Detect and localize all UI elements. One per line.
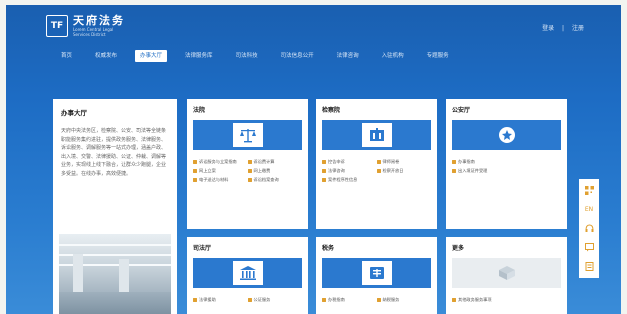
nav-item-judicial-tech[interactable]: 司法科技 (231, 50, 263, 62)
card-banner[interactable] (193, 258, 302, 288)
card-links: 诉讼服务与立案指南 诉讼费计算 网上立案 网上缴费 电子送达与材料 诉讼档案查询 (193, 157, 302, 184)
card-link[interactable]: 办事指南 (452, 157, 561, 166)
register-link[interactable]: 注册 (572, 25, 584, 32)
login-link[interactable]: 登录 (542, 25, 554, 32)
main-nav: 首页 权威发布 办事大厅 法律服务库 司法科技 司法信息公开 法律咨询 入驻机构… (56, 50, 467, 62)
top-bar: TF 天府法务 Lorem Central Legal Services Dis… (6, 5, 621, 73)
scales-icon (232, 123, 263, 147)
headset-icon[interactable] (581, 219, 597, 238)
link-bullet-icon (193, 297, 197, 302)
card-banner[interactable] (322, 120, 431, 150)
card-link[interactable]: 法律援助 (193, 295, 248, 304)
card-procuratorate: 检察院 控告申诉 律师阅卷 法律咨询 检察开放日 案件程序性信息 (316, 99, 437, 229)
link-bullet-icon (452, 168, 456, 173)
nav-item-legal-library[interactable]: 法律服务库 (180, 50, 218, 62)
card-link[interactable]: 检察开放日 (376, 166, 432, 175)
link-bullet-icon (322, 177, 326, 182)
logo-subtitle-2: Services District (73, 32, 106, 37)
nav-item-special[interactable]: 专题服务 (422, 50, 454, 62)
card-link[interactable]: 公证服务 (247, 295, 303, 304)
card-title: 公安厅 (452, 107, 471, 114)
card-link[interactable]: 网上缴费 (247, 166, 303, 175)
card-links: 办事指南 出入境证件受理 (452, 157, 561, 175)
intro-text: 天府中央法务区，检察院、公安、司法等全链条职能服务集约进驻，提供政务服务、法律服… (61, 128, 167, 177)
link-bullet-icon (322, 159, 326, 164)
box-icon (492, 261, 522, 285)
card-title: 检察院 (322, 107, 341, 114)
police-badge-icon (492, 123, 522, 147)
feedback-icon[interactable] (581, 238, 597, 257)
link-bullet-icon (247, 177, 252, 182)
link-bullet-icon (193, 159, 197, 164)
card-link[interactable]: 法律咨询 (322, 166, 377, 175)
card-title: 法院 (193, 107, 206, 114)
side-toolbar: EN (579, 179, 599, 278)
link-bullet-icon (322, 168, 326, 173)
auth-links: 登录 | 注册 (539, 23, 587, 32)
logo[interactable]: TF 天府法务 Lorem Central Legal Services Dis… (46, 15, 125, 37)
english-icon[interactable]: EN (581, 200, 597, 219)
card-link[interactable]: 网上立案 (193, 166, 248, 175)
card-justice: 司法厅 法律援助 公证服务 (187, 237, 308, 314)
logo-text: 天府法务 Lorem Central Legal Services Distri… (73, 14, 125, 38)
card-links: 控告申诉 律师阅卷 法律咨询 检察开放日 案件程序性信息 (322, 157, 431, 184)
card-title: 司法厅 (193, 245, 212, 252)
tax-icon (361, 261, 392, 285)
nav-item-releases[interactable]: 权威发布 (90, 50, 122, 62)
card-title: 更多 (452, 245, 465, 252)
qrcode-icon[interactable] (581, 181, 597, 200)
card-link[interactable]: 办税指南 (322, 295, 377, 304)
card-link[interactable]: 出入境证件受理 (452, 166, 561, 175)
link-bullet-icon (322, 297, 326, 302)
link-bullet-icon (452, 297, 456, 302)
nav-item-institutions[interactable]: 入驻机构 (377, 50, 409, 62)
card-banner[interactable] (452, 258, 561, 288)
card-links: 其他政务服务事项 (452, 295, 561, 304)
nav-item-service-hall[interactable]: 办事大厅 (135, 50, 168, 62)
link-bullet-icon (193, 177, 197, 182)
card-tax: 税务 办税指南 纳税服务 (316, 237, 437, 314)
card-link[interactable]: 控告申诉 (322, 157, 377, 166)
card-links: 办税指南 纳税服务 (322, 295, 431, 304)
link-bullet-icon (376, 297, 381, 302)
card-link[interactable]: 纳税服务 (376, 295, 432, 304)
card-link[interactable]: 诉讼服务与立案指南 (193, 157, 248, 166)
link-bullet-icon (247, 159, 252, 164)
link-bullet-icon (452, 159, 456, 164)
card-public-security: 公安厅 办事指南 出入境证件受理 (446, 99, 567, 229)
card-court: 法院 诉讼服务与立案指南 诉讼费计算 网上立案 网上缴费 电子送达与材料 诉讼档… (187, 99, 308, 229)
card-link[interactable]: 诉讼费计算 (247, 157, 303, 166)
page: TF 天府法务 Lorem Central Legal Services Dis… (6, 5, 621, 314)
nav-item-consultation[interactable]: 法律咨询 (332, 50, 364, 62)
card-banner[interactable] (452, 120, 561, 150)
link-bullet-icon (376, 168, 381, 173)
top-icon[interactable] (581, 257, 597, 276)
link-bullet-icon (193, 168, 197, 173)
auth-separator: | (562, 25, 565, 32)
card-link[interactable]: 案件程序性信息 (322, 175, 377, 184)
nav-item-home[interactable]: 首页 (56, 50, 77, 62)
card-banner[interactable] (322, 258, 431, 288)
card-more: 更多 其他政务服务事项 (446, 237, 567, 314)
service-hall-photo (59, 234, 171, 314)
courthouse-icon (232, 261, 263, 285)
card-link[interactable]: 诉讼档案查询 (247, 175, 303, 184)
card-link[interactable]: 律师阅卷 (376, 157, 432, 166)
link-bullet-icon (247, 168, 252, 173)
card-link[interactable]: 其他政务服务事项 (452, 295, 561, 304)
card-banner[interactable] (193, 120, 302, 150)
intro-panel: 办事大厅 天府中央法务区，检察院、公安、司法等全链条职能服务集约进驻，提供政务服… (53, 99, 177, 314)
link-bullet-icon (376, 159, 381, 164)
intro-title: 办事大厅 (61, 109, 87, 117)
procuratorate-building-icon (361, 123, 392, 147)
card-link[interactable]: 电子送达与材料 (193, 175, 248, 184)
logo-title: 天府法务 (73, 14, 125, 27)
card-title: 税务 (322, 245, 335, 252)
nav-item-disclosure[interactable]: 司法信息公开 (276, 50, 319, 62)
card-links: 法律援助 公证服务 (193, 295, 302, 304)
logo-mark-icon: TF (46, 15, 68, 37)
link-bullet-icon (247, 297, 252, 302)
